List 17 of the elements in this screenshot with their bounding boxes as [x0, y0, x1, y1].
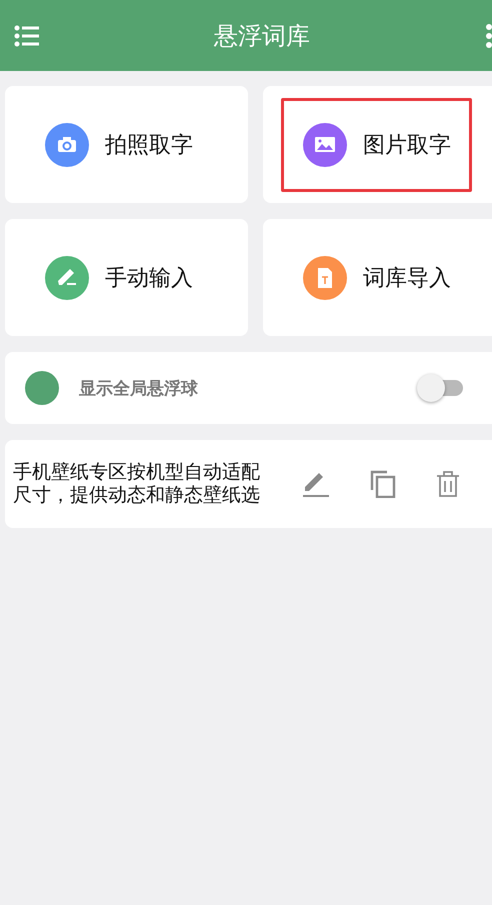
- action-card[interactable]: 图片取字: [263, 86, 492, 203]
- action-label: 拍照取字: [105, 132, 193, 160]
- copy-icon[interactable]: [370, 470, 396, 498]
- action-label: 图片取字: [363, 132, 451, 160]
- action-label: 手动输入: [105, 264, 193, 292]
- pencil-icon[interactable]: [302, 470, 330, 498]
- entry-text: 手机壁纸专区按机型自动适配尺寸，提供动态和静态壁纸选: [13, 461, 260, 507]
- app-title: 悬浮词库: [214, 20, 310, 52]
- more-icon[interactable]: [484, 22, 492, 48]
- action-card[interactable]: 手动输入: [5, 219, 248, 336]
- action-card[interactable]: 拍照取字: [5, 86, 248, 203]
- toggle-switch[interactable]: [417, 376, 463, 400]
- action-label: 词库导入: [363, 264, 451, 292]
- action-card[interactable]: 词库导入: [263, 219, 492, 336]
- trash-icon[interactable]: [436, 470, 460, 498]
- menu-icon[interactable]: [14, 24, 40, 46]
- float-ball-label: 显示全局悬浮球: [79, 378, 198, 400]
